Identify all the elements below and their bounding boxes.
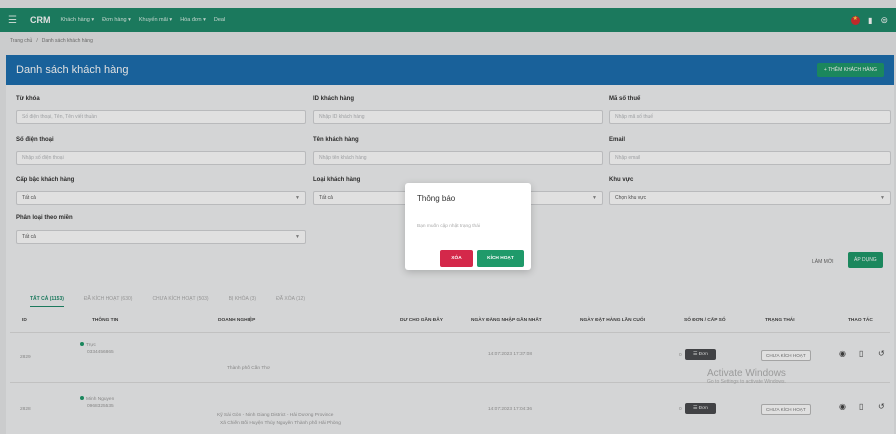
dialog-title: Thông báo bbox=[417, 194, 456, 203]
watermark-line-1: Activate Windows bbox=[707, 368, 786, 379]
dialog-message: Bạn muốn cập nhật trạng thái bbox=[417, 224, 480, 229]
activate-button[interactable]: KÍCH HOẠT bbox=[477, 250, 524, 267]
delete-button[interactable]: XÓA bbox=[440, 250, 473, 267]
watermark-line-2: Go to Settings to activate Windows. bbox=[707, 379, 786, 385]
confirm-dialog: Thông báo Bạn muốn cập nhật trạng thái X… bbox=[405, 183, 531, 270]
windows-activation-watermark: Activate Windows Go to Settings to activ… bbox=[707, 368, 786, 385]
